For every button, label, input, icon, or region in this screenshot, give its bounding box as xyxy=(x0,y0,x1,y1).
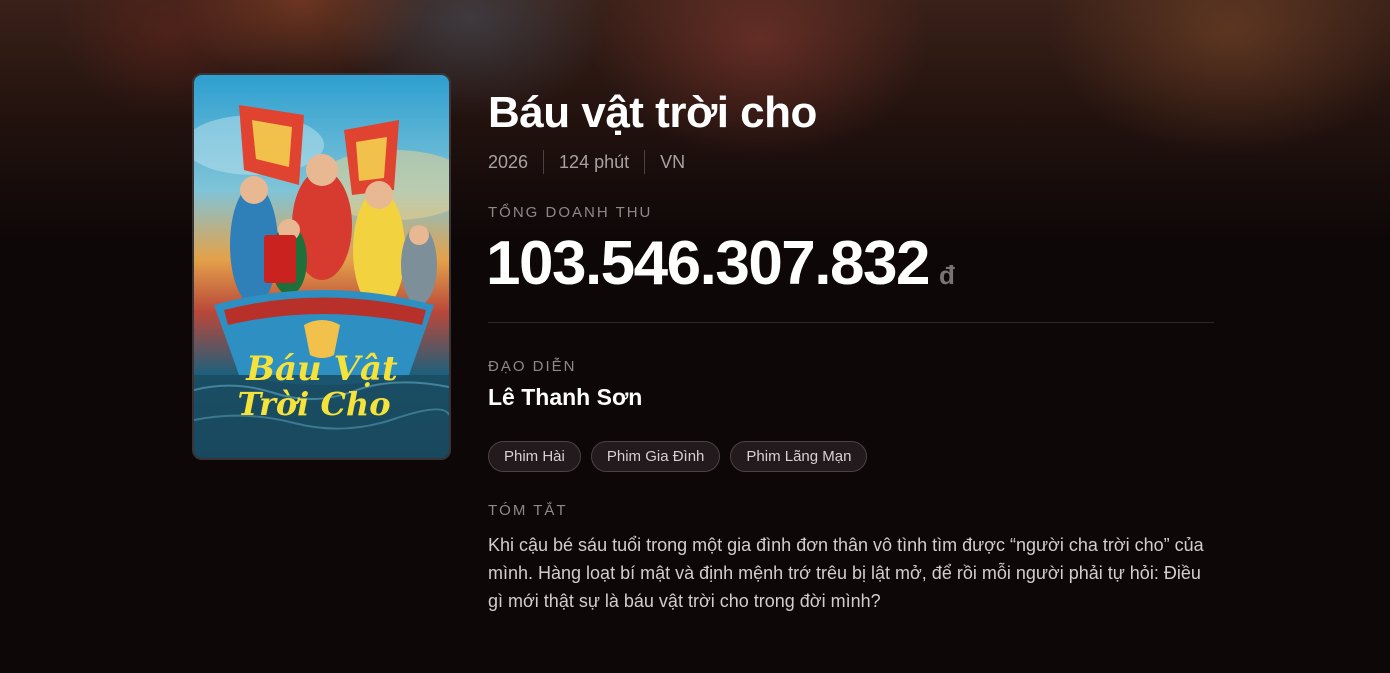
genre-chip[interactable]: Phim Hài xyxy=(488,441,581,472)
meta-divider xyxy=(543,150,545,174)
revenue-value: 103.546.307.832 đ xyxy=(486,228,955,299)
movie-year: 2026 xyxy=(488,151,529,172)
movie-detail: Báu Vật Trời Cho Báu vật trời cho 2026 1… xyxy=(0,0,1390,673)
section-divider xyxy=(488,322,1214,323)
movie-title: Báu vật trời cho xyxy=(488,88,817,137)
movie-meta: 2026 124 phút VN xyxy=(488,150,685,174)
movie-country: VN xyxy=(660,151,686,172)
movie-poster: Báu Vật Trời Cho xyxy=(192,73,451,460)
director-name: Lê Thanh Sơn xyxy=(488,384,643,410)
poster-title-line1: Báu Vật xyxy=(245,349,398,389)
revenue-amount: 103.546.307.832 xyxy=(486,229,930,298)
poster-artwork: Báu Vật Trời Cho xyxy=(194,105,449,458)
summary-text: Khi cậu bé sáu tuổi trong một gia đình đ… xyxy=(488,535,1204,611)
director-label: ĐẠO DIỄN xyxy=(488,358,577,375)
poster-title-line2: Trời Cho xyxy=(237,385,390,423)
revenue-currency: đ xyxy=(938,260,955,290)
movie-duration: 124 phút xyxy=(559,151,630,172)
genre-chip[interactable]: Phim Gia Đình xyxy=(590,441,721,472)
summary-label: TÓM TẮT xyxy=(488,502,568,519)
revenue-label: TỔNG DOANH THU xyxy=(488,204,653,221)
genre-list: Phim Hài Phim Gia Đình Phim Lãng Mạn xyxy=(488,441,868,472)
meta-divider xyxy=(644,150,646,174)
genre-chip[interactable]: Phim Lãng Mạn xyxy=(730,441,868,472)
